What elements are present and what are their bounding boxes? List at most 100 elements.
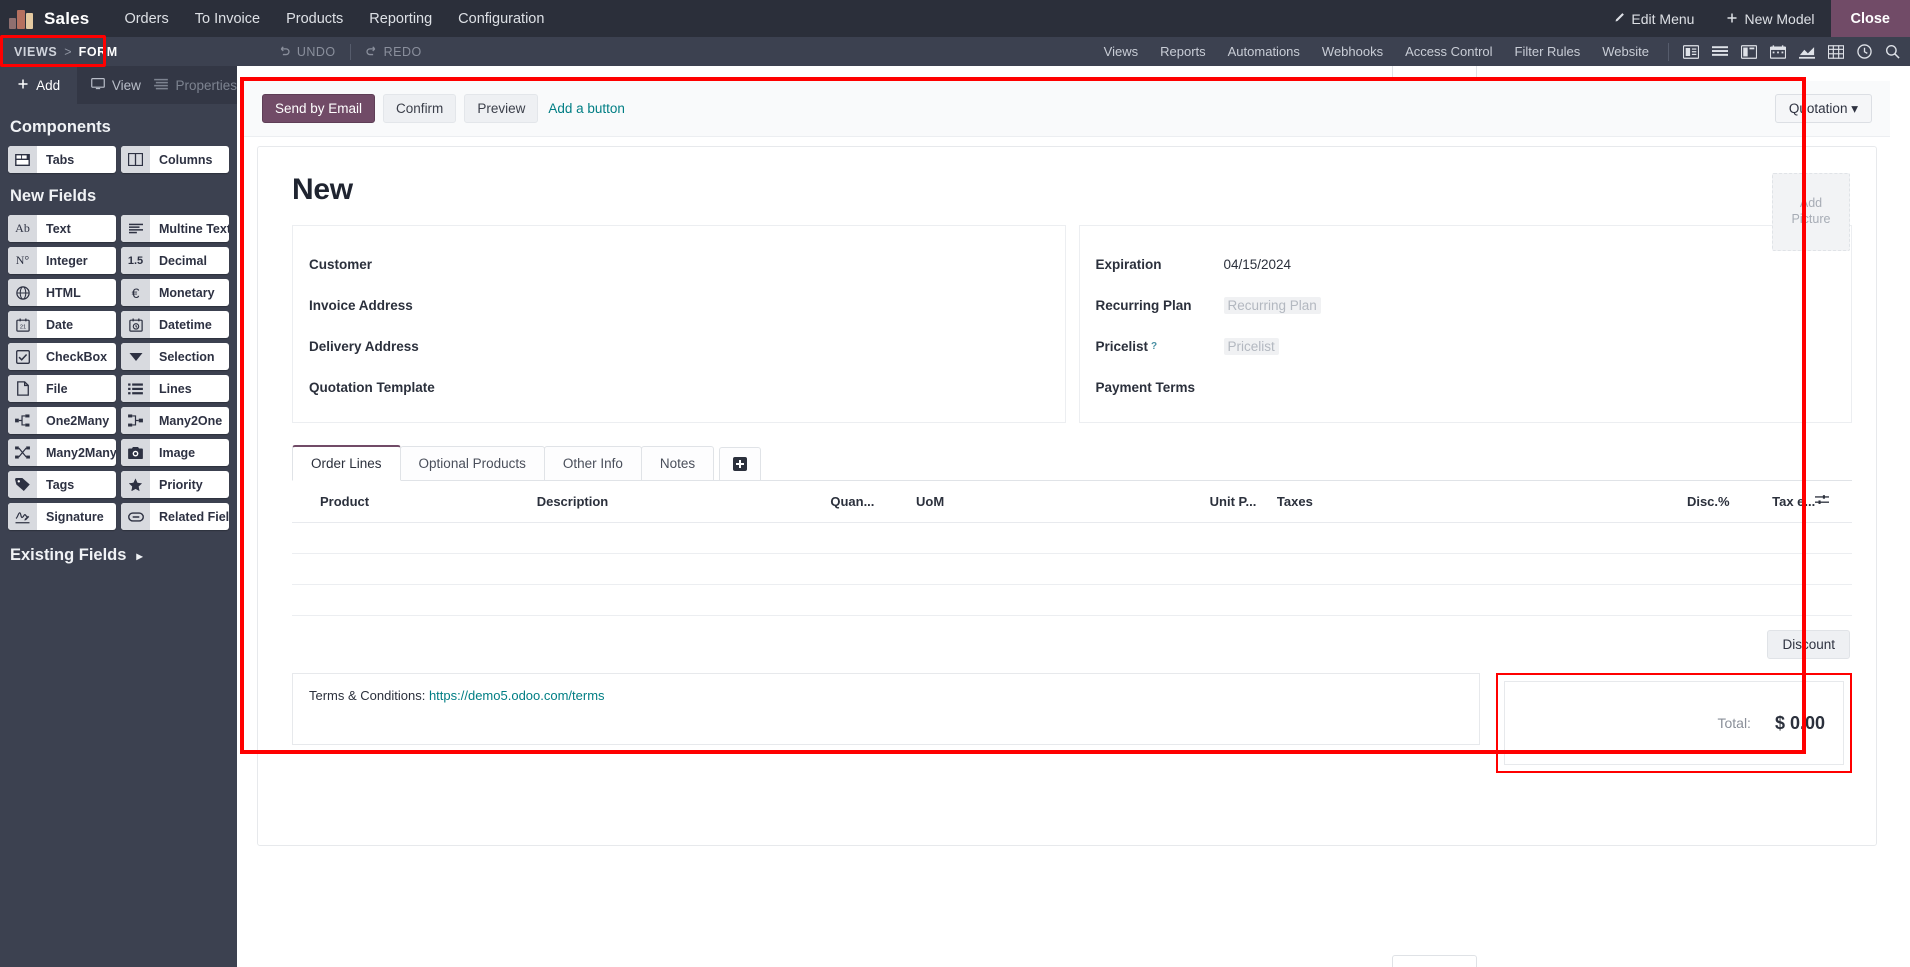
field-placeholder-pricelist[interactable]: Pricelist <box>1223 338 1279 355</box>
sidebar-tab-view[interactable]: View <box>77 66 154 104</box>
component-columns[interactable]: Columns <box>121 146 229 173</box>
new-field-related-field[interactable]: Related Field <box>121 503 229 530</box>
field-row-customer[interactable]: Customer <box>293 244 1065 285</box>
edit-menu-button[interactable]: Edit Menu <box>1597 0 1710 37</box>
new-field-selection[interactable]: Selection <box>121 343 229 370</box>
tab-optional-products[interactable]: Optional Products <box>399 446 545 480</box>
menu-item-configuration[interactable]: Configuration <box>445 3 557 35</box>
new-field-html[interactable]: HTML <box>8 279 116 306</box>
empty-line-cell[interactable] <box>292 584 1852 616</box>
status-quotation-button[interactable]: Quotation ▾ <box>1774 93 1872 123</box>
empty-line-cell[interactable] <box>292 522 1852 554</box>
menu-item-products[interactable]: Products <box>273 3 356 35</box>
new-field-priority[interactable]: Priority <box>121 471 229 498</box>
send-by-email-button[interactable]: Send by Email <box>262 94 376 123</box>
new-field-one2many[interactable]: One2Many <box>8 407 116 434</box>
field-row-payment-terms[interactable]: Payment Terms <box>1080 367 1852 408</box>
menu-item-to-invoice[interactable]: To Invoice <box>182 3 273 35</box>
confirm-button[interactable]: Confirm <box>383 94 457 123</box>
activity-clock-icon[interactable] <box>1857 44 1872 59</box>
field-row-invoice-address[interactable]: Invoice Address <box>293 285 1065 326</box>
close-studio-button[interactable]: Close <box>1830 0 1910 37</box>
col-unit-price[interactable]: Unit P... <box>1209 481 1277 523</box>
col-product[interactable]: Product <box>292 481 537 523</box>
breadcrumb-views[interactable]: VIEWS <box>14 45 57 59</box>
form-view-icon[interactable] <box>1683 44 1699 59</box>
new-field-lines[interactable]: Lines <box>121 375 229 402</box>
col-tax-excluded[interactable]: Tax e... <box>1729 481 1816 523</box>
col-description[interactable]: Description <box>536 481 831 523</box>
table-row[interactable] <box>292 553 1852 585</box>
studio-link-filter-rules[interactable]: Filter Rules <box>1504 44 1592 59</box>
sidebar-tab-properties[interactable]: Properties <box>154 66 237 104</box>
preview-button[interactable]: Preview <box>464 94 539 123</box>
calendar-view-icon[interactable] <box>1770 44 1786 59</box>
new-field-signature[interactable]: Signature <box>8 503 116 530</box>
pivot-view-icon[interactable] <box>1828 44 1844 59</box>
col-quantity[interactable]: Quan... <box>830 481 916 523</box>
sidebar-tab-add[interactable]: Add <box>0 66 78 104</box>
new-field-integer[interactable]: N° Integer <box>8 247 116 274</box>
new-field-date-label: Date <box>46 317 74 332</box>
new-field-image[interactable]: Image <box>121 439 229 466</box>
new-field-date[interactable]: 21 Date <box>8 311 116 338</box>
studio-sidebar: Add View Properties Components Tabs Colu… <box>0 66 237 967</box>
tab-notes[interactable]: Notes <box>640 446 715 480</box>
studio-link-webhooks[interactable]: Webhooks <box>1311 44 1394 59</box>
new-field-decimal[interactable]: 1.5 Decimal <box>121 247 229 274</box>
search-icon[interactable] <box>1885 44 1900 59</box>
tab-other-info[interactable]: Other Info <box>543 446 642 480</box>
studio-link-automations[interactable]: Automations <box>1217 44 1311 59</box>
list-view-icon[interactable] <box>1712 45 1728 59</box>
new-field-file[interactable]: File <box>8 375 116 402</box>
new-field-monetary[interactable]: € Monetary <box>121 279 229 306</box>
new-model-button[interactable]: New Model <box>1710 0 1830 37</box>
menu-item-orders[interactable]: Orders <box>111 3 181 35</box>
discount-button[interactable]: Discount <box>1767 630 1850 659</box>
table-row[interactable] <box>292 522 1852 554</box>
breadcrumb-form[interactable]: FORM <box>79 45 118 59</box>
field-row-quotation-template[interactable]: Quotation Template <box>293 367 1065 408</box>
new-field-lines-label: Lines <box>159 381 192 396</box>
field-label-customer: Customer <box>309 257 373 272</box>
table-row[interactable] <box>292 584 1852 616</box>
add-a-button-link[interactable]: Add a button <box>548 101 625 116</box>
add-tab-button[interactable] <box>719 447 762 480</box>
terms-and-conditions-box[interactable]: Terms & Conditions: https://demo5.odoo.c… <box>292 673 1480 745</box>
field-placeholder-recurring-plan[interactable]: Recurring Plan <box>1223 297 1321 314</box>
kanban-view-icon[interactable] <box>1741 44 1757 59</box>
existing-fields-section[interactable]: Existing Fields ▸ <box>0 530 237 581</box>
col-uom[interactable]: UoM <box>915 481 1210 523</box>
field-value-expiration[interactable]: 04/15/2024 <box>1224 257 1292 272</box>
studio-link-website[interactable]: Website <box>1591 44 1660 59</box>
new-field-datetime[interactable]: Datetime <box>121 311 229 338</box>
new-field-many2many[interactable]: Many2Many <box>8 439 116 466</box>
studio-link-views[interactable]: Views <box>1093 44 1149 59</box>
column-options-sliders-icon[interactable] <box>1815 481 1852 523</box>
col-discount[interactable]: Disc.% <box>1643 481 1730 523</box>
add-picture-placeholder[interactable]: Add Picture <box>1772 173 1850 251</box>
new-field-multiline-text[interactable]: Multine Text <box>121 215 229 242</box>
field-row-recurring-plan[interactable]: Recurring Plan Recurring Plan <box>1080 285 1852 326</box>
col-taxes[interactable]: Taxes <box>1276 481 1644 523</box>
menu-item-reporting[interactable]: Reporting <box>356 3 445 35</box>
field-row-pricelist[interactable]: Pricelist ? Pricelist <box>1080 326 1852 367</box>
new-field-text[interactable]: Ab Text <box>8 215 116 242</box>
help-question-icon[interactable]: ? <box>1151 341 1157 352</box>
studio-link-access-control[interactable]: Access Control <box>1394 44 1503 59</box>
terms-url-link[interactable]: https://demo5.odoo.com/terms <box>429 688 605 703</box>
tab-order-lines[interactable]: Order Lines <box>292 445 401 481</box>
app-title[interactable]: Sales <box>44 9 89 29</box>
empty-line-cell[interactable] <box>292 553 1852 585</box>
new-field-checkbox[interactable]: CheckBox <box>8 343 116 370</box>
odoo-sales-logo-icon[interactable] <box>8 7 38 31</box>
new-field-many2one[interactable]: Many2One <box>121 407 229 434</box>
graph-view-icon[interactable] <box>1799 45 1815 59</box>
redo-button[interactable]: REDO <box>351 44 436 60</box>
undo-button[interactable]: UNDO <box>264 44 350 60</box>
studio-link-reports[interactable]: Reports <box>1149 44 1217 59</box>
field-row-expiration[interactable]: Expiration 04/15/2024 <box>1080 244 1852 285</box>
new-field-tags[interactable]: Tags <box>8 471 116 498</box>
field-row-delivery-address[interactable]: Delivery Address <box>293 326 1065 367</box>
component-tabs[interactable]: Tabs <box>8 146 116 173</box>
